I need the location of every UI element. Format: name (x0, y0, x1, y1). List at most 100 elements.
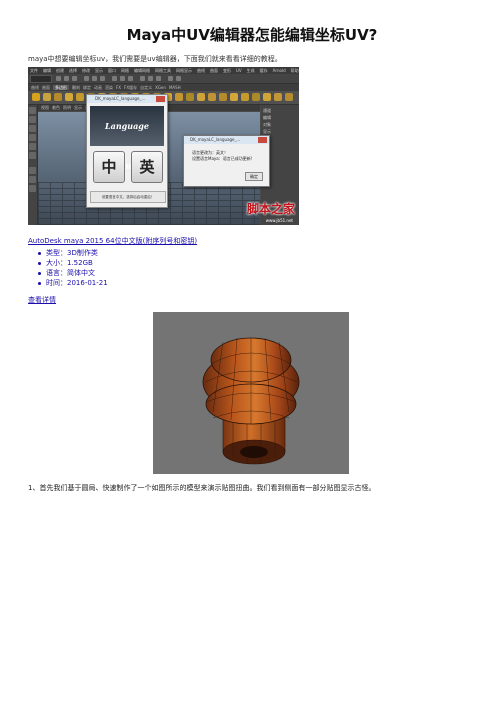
panel-menu-item: 显示 (74, 105, 82, 110)
lasso-tool-icon (29, 116, 36, 123)
shelf-icon (65, 93, 73, 101)
menu-item: 显示 (95, 68, 103, 73)
intro-paragraph: maya中想要编辑坐标uv，我们需要是uv编辑器，下面我们就来看看详细的教程。 (28, 55, 282, 63)
close-icon (258, 137, 267, 143)
close-icon (156, 96, 165, 102)
layout-icon (29, 167, 36, 174)
wood-model-illustration (202, 337, 300, 465)
tool-icon (168, 76, 173, 81)
step-1-text: 1、首先我们基于圆局、快速制作了一个如图所示的模型来演示贴图扭曲。我们看到侧面有… (28, 484, 376, 492)
tool-icon (100, 76, 105, 81)
shelf-icon (252, 93, 260, 101)
shelf-tab: MASH (168, 85, 181, 90)
chinese-button: 中 (93, 151, 125, 183)
menu-item: 创建 (56, 68, 64, 73)
menu-item: 曲面 (210, 68, 218, 73)
shelf-tab-active: 多边形 (53, 85, 69, 90)
dialog-titlebar: DK_mayaLC_language_... (184, 136, 269, 144)
menu-item: 网格显示 (176, 68, 192, 73)
panel-menu-item: 着色 (52, 105, 60, 110)
shelf-icon (208, 93, 216, 101)
menu-item: 编辑 (43, 68, 51, 73)
info-item-date[interactable]: 时间：2016-01-21 (36, 278, 108, 288)
language-changer-footer: 设置语言中文，选择后启动重启！ (90, 191, 166, 203)
dialog-title: DK_mayaLC_language_... (190, 137, 241, 142)
menu-item: 变形 (223, 68, 231, 73)
maya-menu-bar: 文件 编辑 创建 选择 修改 显示 窗口 网格 编辑网格 网格工具 网格显示 曲线 曲面 变形 UV 生成 缓存… (28, 67, 299, 74)
dialog-message: 语言更改为：英文！ 设置语言Maya：语言已成功更新! (192, 150, 252, 162)
panel-menu-item: 视图 (41, 105, 49, 110)
dialog-ok-button: 确定 (245, 172, 263, 181)
shelf-icon (175, 93, 183, 101)
info-item-language[interactable]: 语言：简体中文 (36, 268, 108, 278)
view-details-link[interactable]: 查看详情 (28, 295, 56, 305)
shelf-tab: 渲染 (105, 85, 113, 90)
shelf-tab: 曲面 (42, 85, 50, 90)
menu-item: 选择 (69, 68, 77, 73)
menu-item: 曲线 (197, 68, 205, 73)
menu-item: 网格 (121, 68, 129, 73)
layout-icon (29, 176, 36, 183)
menu-item: Arnold (272, 68, 286, 73)
download-link[interactable]: AutoDesk maya 2015 64位中文版(附序列号和密钥) (28, 236, 197, 246)
tool-icon (176, 76, 181, 81)
language-changer-window: DK_mayaLC_language_... Language Changer … (86, 94, 168, 208)
menu-item: 生成 (246, 68, 255, 73)
tool-icon (140, 76, 145, 81)
rotate-tool-icon (29, 143, 36, 150)
tool-icon (84, 76, 89, 81)
tool-icon (148, 76, 153, 81)
dialog-message-line: 设置语言Maya：语言已成功更新! (192, 156, 253, 161)
shelf-icon (241, 93, 249, 101)
language-changed-dialog: DK_mayaLC_language_... 语言更改为：英文！ 设置语言May… (183, 135, 270, 187)
shelf-tab: 自定义 (140, 85, 153, 90)
shelf-tab: FX (116, 85, 122, 90)
menu-item: UV (236, 68, 242, 73)
shelf-icon (43, 93, 51, 101)
move-tool-icon (29, 134, 36, 141)
shelf-icon (76, 93, 84, 101)
shelf-icon (230, 93, 238, 101)
maya-toolbox (28, 105, 38, 225)
shelf-tab: FX缓存 (124, 85, 138, 90)
tool-icon (156, 76, 161, 81)
shelf-icon (32, 93, 40, 101)
tool-icon (92, 76, 97, 81)
language-changer-banner: Language Changer (90, 106, 164, 171)
shelf-tab: XGen (155, 85, 166, 90)
shelf-tab: 雕刻 (72, 85, 80, 90)
channel-box-tab: 通道 (263, 108, 271, 113)
menu-item: 窗口 (108, 68, 116, 73)
tool-icon (64, 76, 69, 81)
tool-icon (72, 76, 77, 81)
language-changer-titlebar: DK_mayaLC_language_... (87, 95, 167, 103)
info-item-type[interactable]: 类型：3D制作类 (36, 248, 108, 258)
shelf-icon (274, 93, 282, 101)
language-changer-title: DK_mayaLC_language_... (95, 96, 146, 101)
english-button: 英 (131, 151, 163, 183)
info-item-size[interactable]: 大小：1.52GB (36, 258, 108, 268)
shelf-icon (197, 93, 205, 101)
shelf-tab: 动画 (94, 85, 102, 90)
shelf-icon (219, 93, 227, 101)
select-tool-icon (29, 107, 36, 114)
shelf-icon (263, 93, 271, 101)
tool-icon (120, 76, 125, 81)
channel-box-tab: 对象 (263, 122, 271, 127)
tool-icon (112, 76, 117, 81)
tool-icon (128, 76, 133, 81)
shelf-tab: 绑定 (83, 85, 91, 90)
shelf-icon (285, 93, 293, 101)
shelf-icon (54, 93, 62, 101)
shelf-icon (186, 93, 194, 101)
menu-item: 编辑网格 (134, 68, 150, 73)
maya-status-line (28, 74, 299, 84)
tool-icon (56, 76, 61, 81)
maya-shelf-tabs: 曲线 曲面 多边形 雕刻 绑定 动画 渲染 FX FX缓存 自定义 XGen MASH (28, 84, 299, 91)
layout-icon (29, 185, 36, 192)
menu-item: 文件 (30, 68, 38, 73)
maya-screenshot: 文件 编辑 创建 选择 修改 显示 窗口 网格 编辑网格 网格工具 网格显示 曲线 曲面 变形 UV 生成 缓存… (28, 67, 299, 225)
shelf-tab: 曲线 (31, 85, 39, 90)
menu-item: 缓存 (259, 68, 268, 73)
download-info-list: 类型：3D制作类 大小：1.52GB 语言：简体中文 时间：2016-01-21 (36, 248, 108, 288)
